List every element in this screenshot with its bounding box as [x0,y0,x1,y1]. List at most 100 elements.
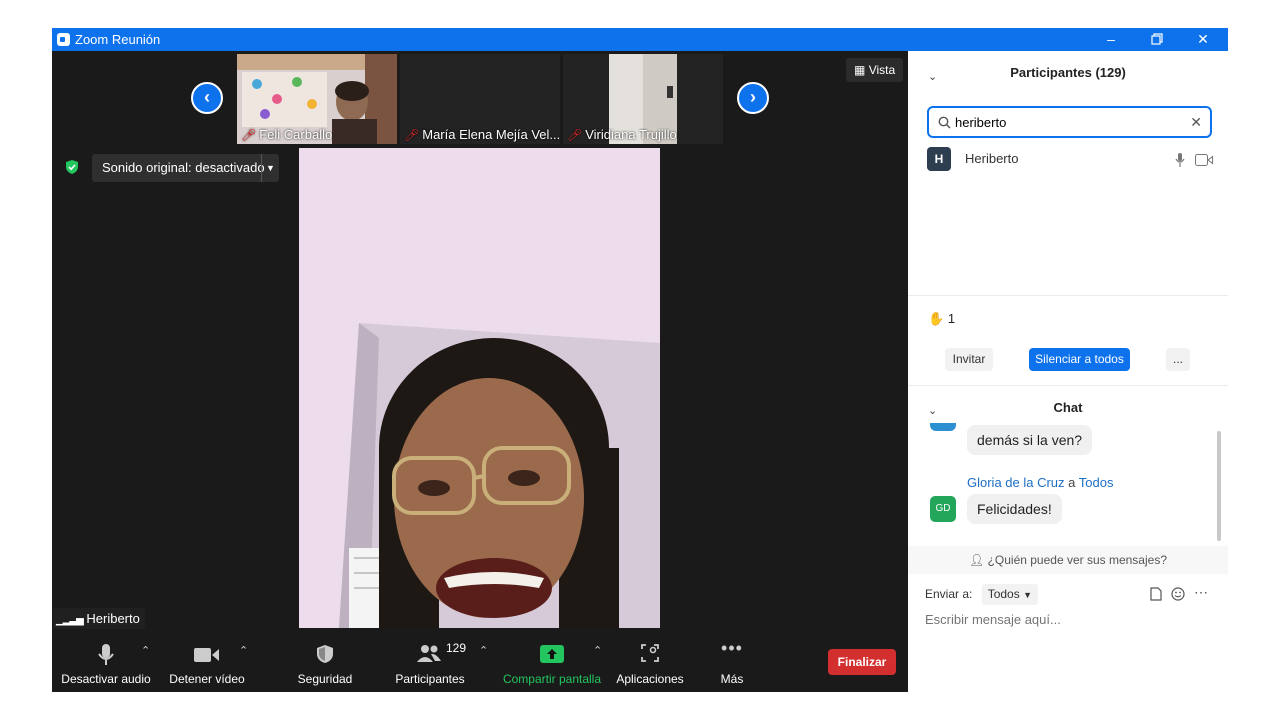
title-bar: Zoom Reunión – ✕ [52,28,1228,51]
chevron-down-icon: ▼ [1023,590,1032,600]
chat-sender-name[interactable]: Gloria de la Cruz [967,475,1065,490]
share-options-caret-icon[interactable]: ⌃ [593,644,602,657]
stop-video-label: Detener vídeo [169,672,245,686]
zoom-meeting-window: Zoom Reunión – ✕ ‹ 🎤︎ Feli Carballo 🎤︎ M… [52,28,1228,692]
caret-down-icon[interactable]: ▼ [261,154,279,182]
zoom-app-icon [57,33,70,46]
end-meeting-button[interactable]: Finalizar [828,649,896,675]
gallery-next-button[interactable]: › [737,82,769,114]
share-screen-icon [540,645,564,663]
security-button[interactable]: Seguridad [288,636,362,692]
chat-message-header: Gloria de la Cruz a Todos [967,475,1114,490]
mute-audio-button[interactable]: Desactivar audio [58,636,154,692]
file-icon[interactable] [1150,587,1162,601]
more-dots-icon: ••• [721,638,743,658]
window-title: Zoom Reunión [75,32,161,47]
signal-strength-icon: ▁▂▃▅ [56,615,84,626]
video-stage: ‹ 🎤︎ Feli Carballo 🎤︎ María Elena Mejía Ve… [52,51,908,692]
chat-avatar [930,423,956,431]
video-options-caret-icon[interactable]: ⌃ [239,644,248,657]
muted-mic-icon: 🎤︎ [567,128,583,142]
send-to-label: Enviar a: [925,587,973,601]
chat-avatar: GD [930,496,956,522]
emoji-icon[interactable] [1171,587,1185,601]
audio-options-caret-icon[interactable]: ⌃ [141,644,150,657]
close-icon: ✕ [1197,31,1209,47]
participant-mic-icon[interactable] [1175,153,1185,167]
encryption-shield-icon[interactable] [64,159,80,175]
raised-hands-count: ✋ 1 [928,311,956,326]
muted-mic-icon: 🎤︎ [241,128,257,142]
participant-avatar: H [927,147,951,171]
clear-search-icon[interactable]: ✕ [1190,114,1202,131]
participants-panel-title: Participantes (129) [1010,65,1126,80]
more-button[interactable]: ••• Más [702,636,762,692]
speaker-video-frame [299,148,660,628]
thumbnail-name: 🎤︎ Feli Carballo [241,127,333,142]
chat-message-bubble: Felicidades! [967,494,1062,524]
participants-options-caret-icon[interactable]: ⌃ [479,644,488,657]
side-panel: ⌄ Participantes (129) ✕ H Heriberto ✋ 1 … [908,51,1228,692]
participants-label: Participantes [395,672,465,686]
view-label: Vista [868,63,896,77]
security-label: Seguridad [297,672,353,686]
more-label: Más [720,672,744,686]
chat-scrollbar[interactable] [1217,431,1221,541]
participants-icon [417,645,441,662]
raised-hand-icon: ✋ [928,311,945,326]
apps-label: Aplicaciones [616,672,684,686]
restore-button[interactable] [1134,28,1180,51]
chat-panel-title: Chat [1053,400,1083,415]
share-screen-button[interactable]: Compartir pantalla [498,636,606,692]
person-lock-icon: 👤︎ [968,553,985,567]
close-window-button[interactable]: ✕ [1180,28,1226,51]
gallery-strip: 🎤︎ Feli Carballo 🎤︎ María Elena Mejía Vel.… [237,54,723,144]
chat-message-bubble: demás si la ven? [967,425,1093,455]
original-sound-button[interactable]: Sonido original: desactivado ▼ [92,154,279,182]
participants-more-button[interactable]: ... [1166,348,1190,371]
grid-icon: ▦ [854,63,866,77]
video-camera-icon [194,648,219,662]
participant-thumbnail[interactable]: 🎤︎ María Elena Mejía Vel... [400,54,560,144]
chat-recipient[interactable]: Todos [1079,475,1114,490]
minimize-button[interactable]: – [1088,28,1134,51]
send-to-dropdown[interactable]: Todos ▼ [981,584,1038,605]
participant-thumbnail[interactable]: 🎤︎ Viridiana Trujillo [563,54,723,144]
apps-button[interactable]: Aplicaciones [612,636,688,692]
participant-search-field[interactable]: ✕ [927,106,1212,138]
active-speaker-video [299,148,660,628]
original-sound-label: Sonido original: desactivado [102,160,265,175]
thumbnail-name: 🎤︎ Viridiana Trujillo [567,127,677,142]
restore-icon [1151,33,1163,45]
panel-divider [908,295,1228,296]
meeting-toolbar: Desactivar audio ⌃ Detener vídeo ⌃ Segur… [52,636,908,692]
participant-row[interactable]: H Heriberto [927,147,1213,171]
mute-audio-label: Desactivar audio [61,672,151,686]
security-shield-icon [317,645,333,663]
minimize-icon: – [1107,31,1115,47]
chevron-right-icon: › [750,87,756,107]
search-icon [938,116,951,129]
gallery-prev-button[interactable]: ‹ [191,82,223,114]
who-can-see-messages[interactable]: 👤︎ ¿Quién puede ver sus mensajes? [908,546,1228,574]
share-screen-label: Compartir pantalla [502,672,602,686]
participant-camera-icon[interactable] [1195,154,1213,166]
mute-all-button[interactable]: Silenciar a todos [1029,348,1130,371]
thumbnail-name: 🎤︎ María Elena Mejía Vel... [404,127,560,142]
active-speaker-name: ▁▂▃▅ Heriberto [53,608,145,629]
participants-button[interactable]: 129 Participantes [390,636,470,692]
participants-count: 129 [446,641,467,655]
panel-divider [908,385,1228,386]
chat-message-input[interactable] [925,612,1210,627]
apps-icon [641,644,659,662]
participant-search-input[interactable] [955,112,1175,132]
muted-mic-icon: 🎤︎ [404,128,420,142]
participant-thumbnail[interactable]: 🎤︎ Feli Carballo [237,54,397,144]
microphone-icon [98,644,114,665]
chat-more-icon[interactable]: ⋯ [1194,584,1208,601]
view-button[interactable]: ▦ Vista [846,58,904,82]
participant-name: Heriberto [965,151,1019,166]
send-to-row: Enviar a: Todos ▼ [925,584,1038,605]
chevron-left-icon: ‹ [204,87,210,107]
invite-button[interactable]: Invitar [945,348,993,371]
